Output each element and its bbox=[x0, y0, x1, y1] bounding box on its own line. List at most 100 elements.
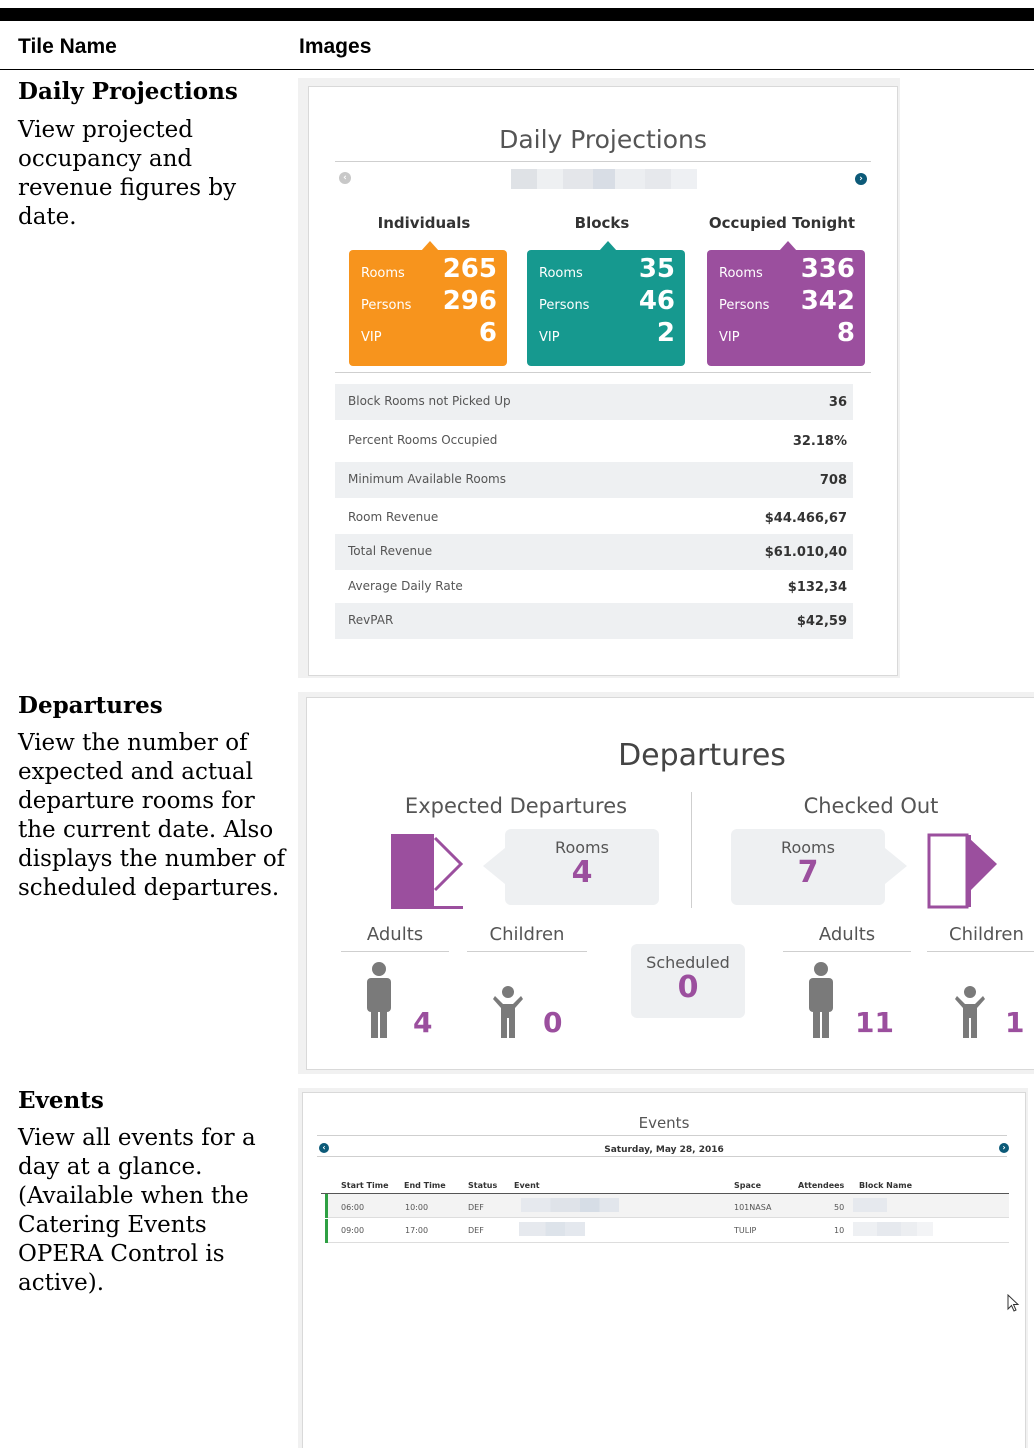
status-indicator bbox=[325, 1194, 328, 1218]
child-icon bbox=[493, 986, 523, 1038]
divider bbox=[317, 1156, 1007, 1157]
tile-title: Events bbox=[638, 1114, 690, 1132]
row-title-departures: Departures bbox=[18, 692, 163, 719]
vip-label: VIP bbox=[361, 330, 382, 345]
col-event: Event bbox=[514, 1181, 540, 1190]
divider bbox=[467, 951, 587, 952]
checked-out-children-label: Children bbox=[949, 924, 1024, 945]
persons-value: 46 bbox=[638, 286, 675, 316]
persons-label: Persons bbox=[719, 298, 770, 313]
divider bbox=[341, 951, 449, 952]
top-rule bbox=[0, 8, 1034, 21]
expected-rooms-bubble: Rooms 4 bbox=[505, 829, 659, 905]
status-indicator bbox=[325, 1219, 328, 1243]
expected-adults-value: 4 bbox=[413, 1006, 433, 1039]
occupied-tonight-stats[interactable]: Rooms 336 Persons 342 VIP 8 bbox=[707, 241, 865, 366]
event-row[interactable]: 06:00 10:00 DEF 101NASA 50 bbox=[325, 1194, 1009, 1218]
group-label-occupied-tonight: Occupied Tonight bbox=[708, 214, 856, 232]
expected-departures-label: Expected Departures bbox=[404, 794, 628, 818]
checked-out-door-icon bbox=[927, 833, 997, 909]
metric-value: 32.18% bbox=[792, 434, 847, 449]
departures-tile: Departures Expected Departures Checked O… bbox=[306, 697, 1034, 1070]
group-label-individuals: Individuals bbox=[377, 214, 471, 232]
event-name bbox=[519, 1222, 585, 1236]
mouse-cursor-icon bbox=[1007, 1294, 1020, 1312]
divider bbox=[691, 792, 692, 908]
event-row[interactable]: 09:00 17:00 DEF TULIP 10 bbox=[325, 1219, 1009, 1243]
vip-value: 6 bbox=[478, 318, 497, 348]
rooms-label: Rooms bbox=[361, 266, 405, 281]
metric-label: Average Daily Rate bbox=[348, 579, 463, 593]
group-label-blocks: Blocks bbox=[574, 214, 630, 232]
space: 101NASA bbox=[734, 1203, 772, 1212]
metric-row: Percent Rooms Occupied 32.18% bbox=[335, 423, 853, 459]
metric-row: Block Rooms not Picked Up 36 bbox=[335, 384, 853, 420]
events-tile: Events ‹ Saturday, May 28, 2016 › Start … bbox=[302, 1092, 1026, 1448]
vip-value: 2 bbox=[656, 318, 675, 348]
checked-out-children-value: 1 bbox=[1005, 1006, 1025, 1039]
column-header-images: Images bbox=[299, 35, 372, 58]
divider bbox=[335, 161, 871, 162]
row-title-daily-projections: Daily Projections bbox=[18, 78, 238, 105]
metric-value: $44.466,67 bbox=[764, 511, 847, 526]
metric-row: Minimum Available Rooms 708 bbox=[335, 462, 853, 498]
blocks-stats[interactable]: Rooms 35 Persons 46 VIP 2 bbox=[527, 241, 685, 366]
adult-icon bbox=[809, 962, 833, 1038]
metric-label: Total Revenue bbox=[348, 544, 433, 558]
vip-value: 8 bbox=[836, 318, 855, 348]
event-name bbox=[521, 1198, 619, 1212]
checked-out-label: Checked Out bbox=[803, 794, 939, 818]
metric-label: Block Rooms not Picked Up bbox=[348, 394, 511, 408]
scheduled-bubble: Scheduled 0 bbox=[631, 944, 745, 1018]
tile-title: Departures bbox=[618, 738, 786, 773]
col-block-name: Block Name bbox=[859, 1181, 913, 1190]
status: DEF bbox=[468, 1226, 484, 1235]
next-day-icon[interactable]: › bbox=[999, 1143, 1009, 1153]
start-time: 06:00 bbox=[341, 1203, 365, 1212]
col-attendees: Attendees bbox=[798, 1181, 845, 1190]
row-desc-daily-projections: View projected occupancy and revenue fig… bbox=[18, 117, 237, 230]
expected-adults-label: Adults bbox=[366, 924, 424, 945]
row-title-events: Events bbox=[18, 1087, 104, 1114]
child-icon bbox=[955, 986, 985, 1038]
tile-title: Daily Projections bbox=[499, 125, 707, 154]
adult-icon bbox=[367, 962, 391, 1038]
header-divider bbox=[0, 69, 1034, 70]
persons-label: Persons bbox=[539, 298, 590, 313]
space: TULIP bbox=[734, 1226, 757, 1235]
bubble-pointer bbox=[885, 848, 907, 884]
checked-out-adults-value: 11 bbox=[855, 1006, 894, 1039]
divider bbox=[335, 372, 871, 373]
column-header-tile-name: Tile Name bbox=[18, 35, 117, 58]
next-date-icon[interactable]: › bbox=[855, 173, 867, 185]
event-date: Saturday, May 28, 2016 bbox=[604, 1145, 724, 1155]
metric-row: Room Revenue $44.466,67 bbox=[335, 500, 853, 536]
metric-value: $42,59 bbox=[796, 614, 847, 629]
col-space: Space bbox=[734, 1181, 762, 1190]
col-start-time: Start Time bbox=[341, 1181, 389, 1190]
prev-date-icon[interactable]: ‹ bbox=[339, 172, 351, 184]
block-name bbox=[853, 1222, 933, 1236]
metric-row: RevPAR $42,59 bbox=[335, 603, 853, 639]
individuals-stats[interactable]: Rooms 265 Persons 296 VIP 6 bbox=[349, 241, 507, 366]
metric-label: Room Revenue bbox=[348, 510, 439, 524]
end-time: 17:00 bbox=[405, 1226, 429, 1235]
rooms-label: Rooms bbox=[539, 266, 583, 281]
rooms-label: Rooms bbox=[719, 266, 763, 281]
checked-out-rooms-bubble: Rooms 7 bbox=[731, 829, 885, 905]
date-strip[interactable] bbox=[511, 169, 697, 189]
metric-label: Percent Rooms Occupied bbox=[348, 433, 498, 447]
attendees: 50 bbox=[834, 1203, 845, 1212]
persons-label: Persons bbox=[361, 298, 412, 313]
rooms-value: 265 bbox=[442, 254, 497, 284]
departure-door-icon bbox=[391, 834, 464, 909]
expected-children-label: Children bbox=[489, 924, 565, 945]
metric-value: 36 bbox=[828, 395, 847, 410]
col-status: Status bbox=[468, 1181, 498, 1190]
status: DEF bbox=[468, 1203, 484, 1212]
row-desc-departures: View the number of expected and actual d… bbox=[18, 730, 286, 901]
expected-children-value: 0 bbox=[543, 1006, 563, 1039]
vip-label: VIP bbox=[719, 330, 740, 345]
scheduled-value: 0 bbox=[677, 970, 699, 1005]
attendees: 10 bbox=[834, 1226, 845, 1235]
